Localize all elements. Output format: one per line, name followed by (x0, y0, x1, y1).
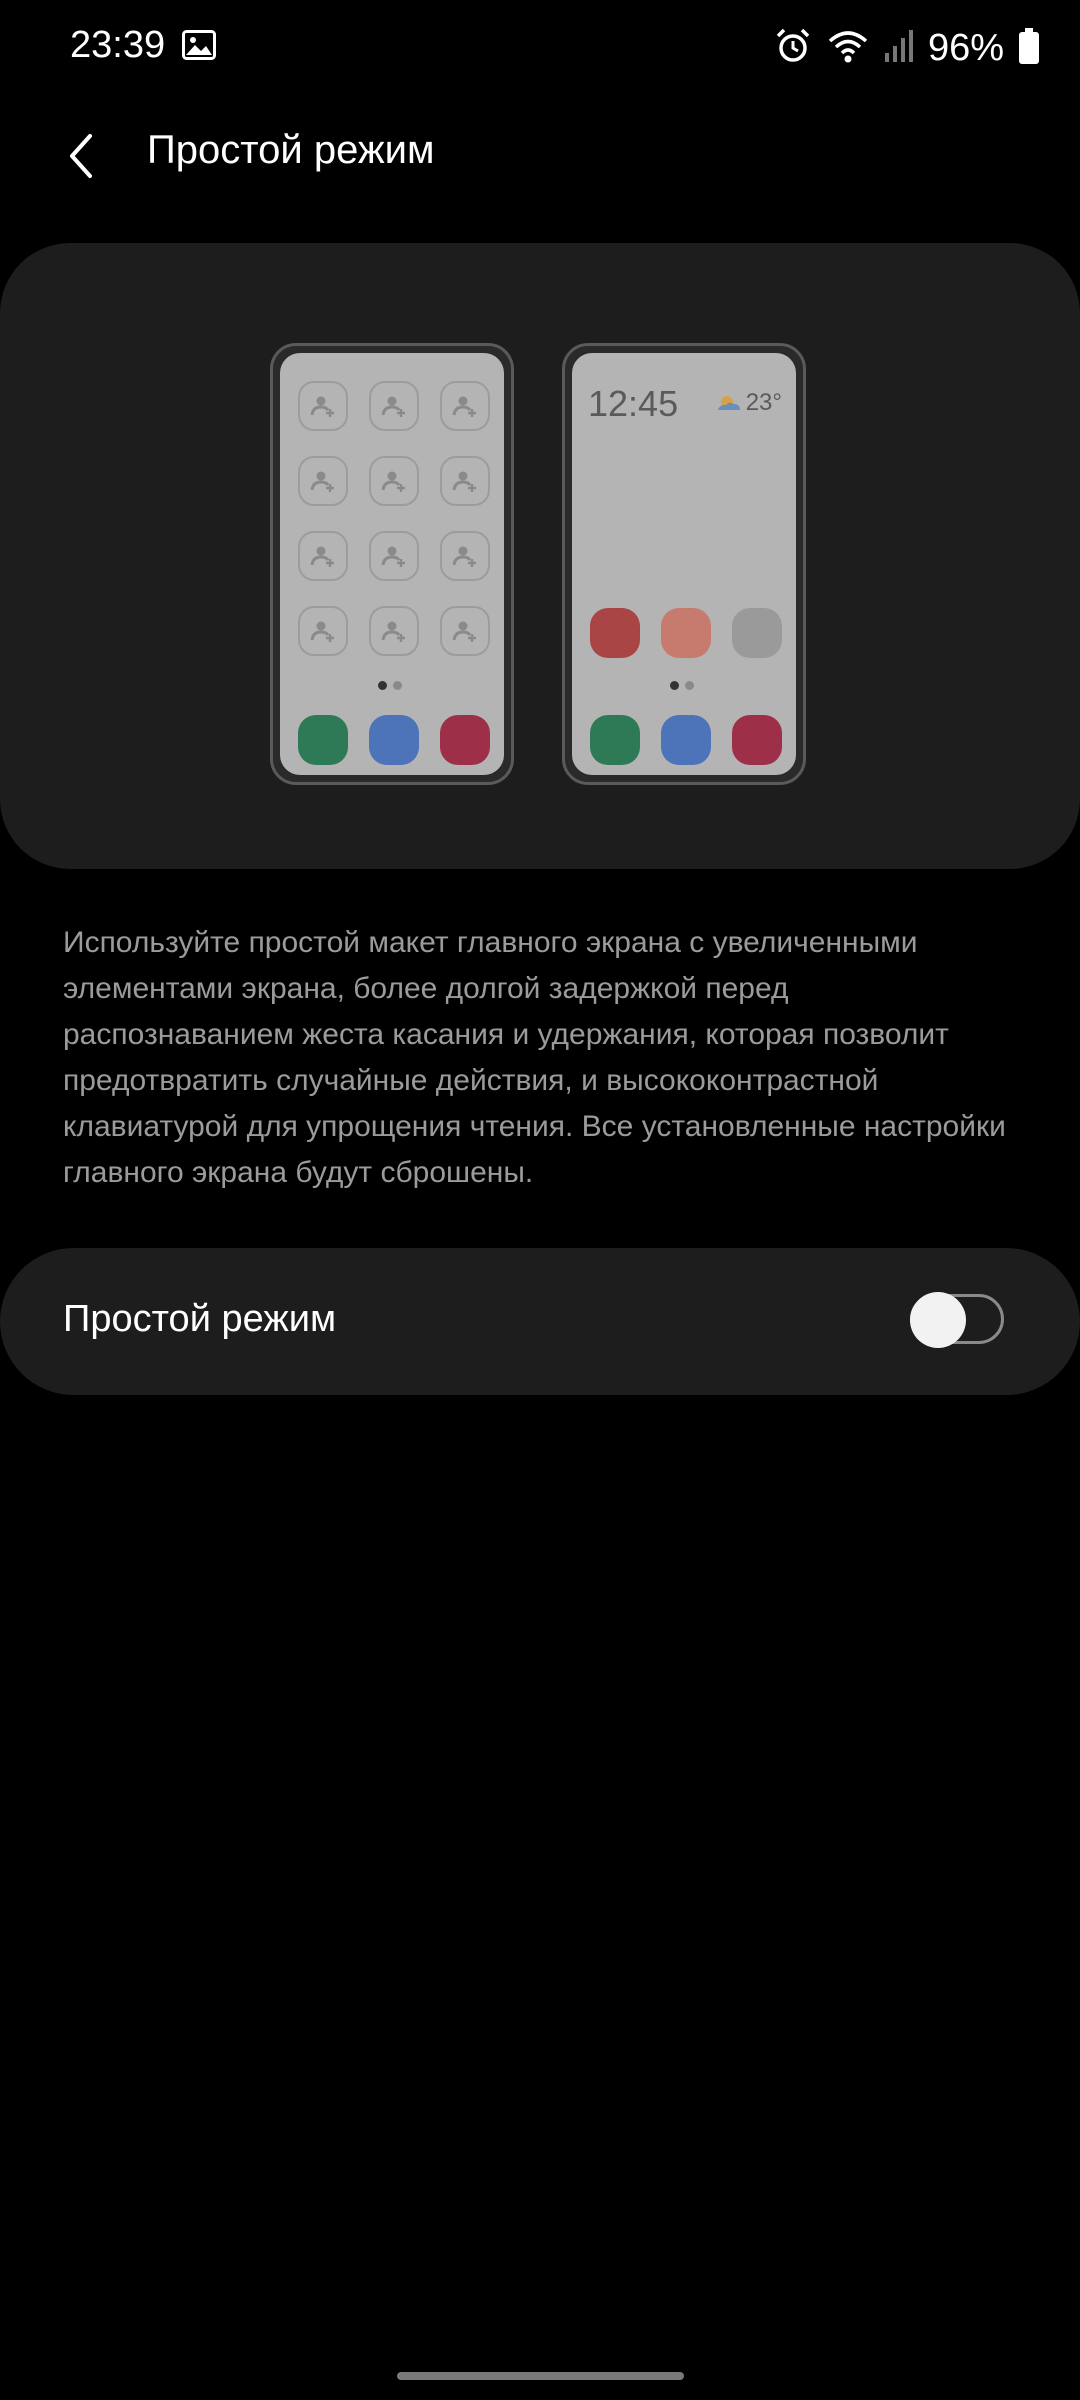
add-contact-icon (369, 381, 419, 431)
add-contact-icon (440, 456, 490, 506)
phone-illustration-standard (270, 343, 514, 785)
app-icon (590, 608, 640, 658)
add-contact-icon (298, 456, 348, 506)
page-title: Простой режим (147, 128, 435, 172)
page-indicator-dot (670, 681, 679, 690)
switch-thumb (910, 1292, 966, 1348)
gesture-nav-handle[interactable] (397, 2372, 684, 2380)
simple-mode-toggle-row[interactable]: Простой режим (0, 1248, 1080, 1395)
add-contact-icon (369, 606, 419, 656)
page-indicator-dot (685, 681, 694, 690)
add-contact-icon (298, 531, 348, 581)
app-icon (590, 715, 640, 765)
app-icon (661, 608, 711, 658)
back-button[interactable] (50, 116, 114, 196)
status-icons: 96% (774, 22, 1040, 74)
sun-cloud-icon (717, 396, 740, 410)
alarm-icon (774, 27, 812, 70)
toggle-label: Простой режим (63, 1298, 337, 1340)
phone-illustration-simple: 12:45 23° (562, 343, 806, 785)
clock-widget: 12:45 (588, 383, 679, 424)
illustration-card: 12:45 23° (0, 243, 1080, 869)
app-icon (661, 715, 711, 765)
back-chevron-icon (70, 134, 92, 178)
app-icon (369, 715, 419, 765)
battery-percent: 96% (927, 26, 1004, 69)
description-text: Используйте простой макет главного экран… (63, 926, 1006, 1189)
add-contact-icon (298, 381, 348, 431)
gallery-icon (182, 30, 216, 60)
wifi-icon (826, 27, 870, 70)
app-icon (732, 715, 782, 765)
add-contact-icon (369, 531, 419, 581)
page-indicator-dot (378, 681, 387, 690)
status-bar: 23:39 96% (0, 0, 1080, 96)
app-bar: Простой режим (0, 110, 1080, 230)
phone-screen: 12:45 23° (572, 353, 796, 775)
app-icon (298, 715, 348, 765)
add-contact-icon (440, 606, 490, 656)
phone-screen (280, 353, 504, 775)
add-contact-icon (440, 381, 490, 431)
app-icon (440, 715, 490, 765)
simple-mode-switch[interactable] (910, 1292, 1008, 1350)
add-contact-icon (298, 606, 348, 656)
battery-icon (1018, 27, 1040, 70)
add-contact-icon (369, 456, 419, 506)
status-time: 23:39 (70, 24, 166, 66)
weather-widget: 23° (716, 389, 782, 417)
temperature-text: 23° (745, 389, 782, 416)
add-contact-icon (440, 531, 490, 581)
signal-icon (884, 29, 914, 68)
app-icon (732, 608, 782, 658)
page-indicator-dot (393, 681, 402, 690)
